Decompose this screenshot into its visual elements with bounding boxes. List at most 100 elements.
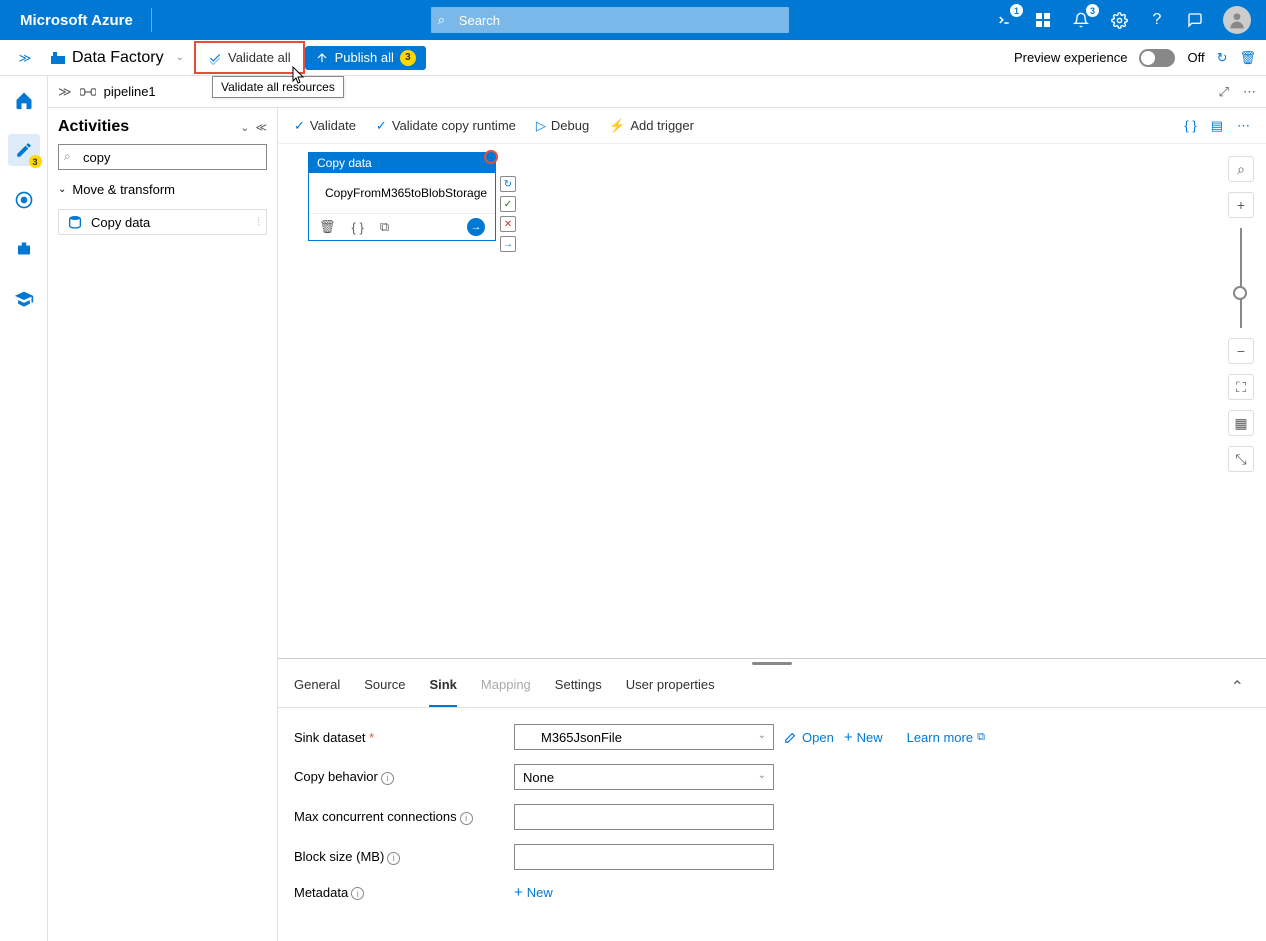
skip-handle-icon[interactable]: → — [500, 236, 516, 252]
properties-body: Sink dataset * 🗎 ⌄ Open +New Learn more … — [278, 708, 1266, 941]
collapse-panel-icon[interactable]: ⌃ — [1225, 667, 1250, 707]
block-size-input[interactable] — [514, 844, 774, 870]
help-icon[interactable]: ? — [1147, 10, 1167, 30]
pipeline-canvas[interactable]: Copy data CopyFromM365toBlobStorage 🗑 { … — [278, 144, 1266, 658]
canvas-search-icon[interactable]: ⌕ — [1228, 156, 1254, 182]
feedback-icon[interactable] — [1185, 10, 1205, 30]
collapse-down-icon[interactable]: ⌄ — [240, 121, 249, 134]
success-handle-icon[interactable]: ✓ — [500, 196, 516, 212]
monitor-icon[interactable] — [8, 184, 40, 216]
info-icon[interactable]: i — [381, 772, 394, 785]
zoom-out-icon[interactable]: − — [1228, 338, 1254, 364]
expand-icon[interactable]: ⤢ — [1219, 84, 1229, 100]
more-icon[interactable]: ⋯ — [1243, 84, 1256, 100]
activities-search-input[interactable] — [58, 144, 267, 170]
copy-behavior-input[interactable] — [514, 764, 774, 790]
next-arrow-icon[interactable]: → — [467, 218, 485, 236]
clone-icon[interactable]: ⧉ — [380, 219, 389, 235]
avatar[interactable] — [1223, 6, 1251, 34]
directory-icon[interactable] — [1033, 10, 1053, 30]
azure-header: Microsoft Azure ⌕ 1 3 ? — [0, 0, 1266, 40]
new-button[interactable]: +New — [844, 729, 883, 746]
tab-general[interactable]: General — [294, 667, 340, 707]
notifications-icon[interactable]: 3 — [1071, 10, 1091, 30]
activity-group-move-transform[interactable]: ⌄ Move & transform — [58, 178, 267, 201]
activity-copy-data[interactable]: Copy data ⦙⦙ — [58, 209, 267, 235]
activities-panel: Activities ⌄ ≪ ⌕ ⌄ Move & transform Co — [48, 108, 278, 941]
canvas-controls: ⌕ + − ⛶ ▦ ⤡ — [1228, 156, 1254, 472]
code-view-icon[interactable]: { } — [1184, 118, 1196, 134]
publish-count-badge: 3 — [400, 50, 416, 66]
info-icon[interactable]: i — [387, 852, 400, 865]
search-input[interactable] — [430, 6, 790, 34]
canvas-area: ✓Validate ✓Validate copy runtime ▷Debug … — [278, 108, 1266, 941]
tab-user-properties[interactable]: User properties — [626, 667, 715, 707]
tab-sink[interactable]: Sink — [429, 667, 456, 707]
tab-settings[interactable]: Settings — [555, 667, 602, 707]
sink-dataset-select[interactable]: 🗎 ⌄ — [514, 724, 774, 750]
info-icon[interactable]: i — [460, 812, 473, 825]
refresh-handle-icon[interactable]: ↻ — [500, 176, 516, 192]
info-icon[interactable]: i — [351, 887, 364, 900]
tab-mapping[interactable]: Mapping — [481, 667, 531, 707]
activities-search[interactable]: ⌕ — [58, 144, 267, 170]
zoom-slider[interactable] — [1240, 228, 1242, 328]
tab-source[interactable]: Source — [364, 667, 405, 707]
metadata-label: Metadata — [294, 885, 348, 900]
global-search[interactable]: ⌕ — [430, 6, 790, 34]
properties-icon[interactable]: ▤ — [1211, 118, 1223, 134]
delete-icon[interactable]: 🗑 — [319, 219, 336, 235]
delete-icon[interactable]: 🗑 — [1239, 50, 1256, 66]
activity-label: Copy data — [91, 215, 150, 230]
properties-panel: General Source Sink Mapping Settings Use… — [278, 658, 1266, 941]
validate-copy-runtime-button[interactable]: ✓Validate copy runtime — [376, 118, 516, 134]
preview-experience-label: Preview experience — [1014, 50, 1127, 65]
copy-behavior-select[interactable]: ⌄ — [514, 764, 774, 790]
learning-icon[interactable] — [8, 284, 40, 316]
refresh-icon[interactable]: ↻ — [1217, 50, 1228, 66]
learn-more-link[interactable]: Learn more ⧉ — [907, 730, 985, 745]
validate-button[interactable]: ✓Validate — [294, 118, 356, 134]
zoom-in-icon[interactable]: + — [1228, 192, 1254, 218]
sink-dataset-input[interactable] — [514, 724, 774, 750]
properties-tabs: General Source Sink Mapping Settings Use… — [278, 667, 1266, 708]
code-icon[interactable]: { } — [352, 220, 364, 235]
drag-handle-icon: ⦙⦙ — [257, 216, 258, 229]
cloud-shell-icon[interactable]: 1 — [995, 10, 1015, 30]
pipeline-icon — [80, 85, 96, 99]
collapse-icon[interactable]: ⤡ — [1228, 446, 1254, 472]
more-icon[interactable]: ⋯ — [1237, 118, 1250, 134]
debug-button[interactable]: ▷Debug — [536, 118, 589, 134]
max-conn-input[interactable] — [514, 804, 774, 830]
breadcrumb-actions: ⤢ ⋯ — [1219, 84, 1256, 100]
author-icon[interactable]: 3 — [8, 134, 40, 166]
publish-all-button[interactable]: Publish all 3 — [305, 46, 426, 70]
layout-icon[interactable]: ▦ — [1228, 410, 1254, 436]
add-trigger-button[interactable]: ⚡Add trigger — [609, 118, 694, 134]
data-factory-dropdown[interactable]: Data Factory ⌄ — [40, 49, 194, 67]
manage-icon[interactable] — [8, 234, 40, 266]
row-sink-dataset: Sink dataset * 🗎 ⌄ Open +New Learn more … — [294, 724, 1250, 750]
validate-all-button[interactable]: Validate all — [198, 45, 301, 70]
metadata-new-button[interactable]: +New — [514, 884, 553, 901]
failure-handle-icon[interactable]: ✕ — [500, 216, 516, 232]
settings-icon[interactable] — [1109, 10, 1129, 30]
copy-behavior-label: Copy behavior — [294, 769, 378, 784]
zoom-thumb[interactable] — [1233, 286, 1247, 300]
expand-resources-icon[interactable]: ≫ — [58, 84, 72, 100]
preview-toggle[interactable] — [1139, 49, 1175, 67]
copy-data-activity-node[interactable]: Copy data CopyFromM365toBlobStorage 🗑 { … — [308, 152, 496, 241]
open-button[interactable]: Open — [784, 730, 834, 745]
resize-grip[interactable] — [278, 659, 1266, 667]
pipeline-name[interactable]: pipeline1 — [104, 84, 156, 99]
connection-point[interactable] — [484, 150, 498, 164]
fit-screen-icon[interactable]: ⛶ — [1228, 374, 1254, 400]
search-icon: ⌕ — [64, 149, 71, 164]
expand-nav-icon[interactable]: ≫ — [10, 51, 40, 65]
node-body: CopyFromM365toBlobStorage — [309, 173, 495, 213]
node-name: CopyFromM365toBlobStorage — [325, 186, 487, 200]
collapse-left-icon[interactable]: ≪ — [255, 121, 267, 134]
home-icon[interactable] — [8, 84, 40, 116]
side-handles: ↻ ✓ ✕ → — [500, 176, 516, 252]
main-area: 3 ≫ pipeline1 ⤢ ⋯ Activities — [0, 76, 1266, 941]
